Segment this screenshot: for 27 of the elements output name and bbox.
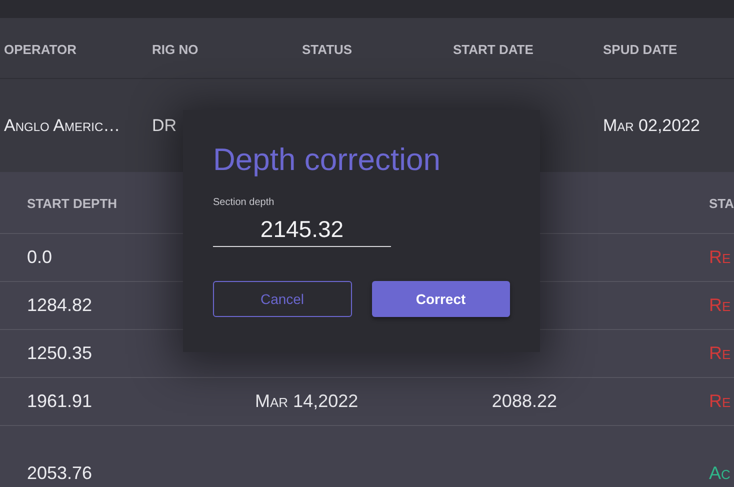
table-cell: 2088.22 (492, 391, 557, 411)
column-header: STA (709, 196, 734, 211)
column-header: STATUS (302, 42, 352, 56)
correct-button[interactable]: Correct (372, 281, 510, 317)
table-cell: 1961.91 (27, 391, 92, 411)
status-text: Ac (709, 463, 730, 483)
table-cell: DR (152, 116, 177, 134)
table-cell: Mar 02,2022 (603, 116, 700, 134)
status-text: Re (709, 247, 731, 267)
table-cell: 0.0 (27, 247, 52, 267)
field-label: Section depth (213, 197, 276, 208)
column-header: START DEPTH (27, 196, 118, 211)
column-header: SPUD DATE (603, 42, 678, 56)
dialog-title: Depth correction (213, 141, 442, 179)
status-text: Re (709, 295, 731, 315)
cancel-button[interactable]: Cancel (213, 281, 352, 317)
table-cell: Mar 14,2022 (255, 391, 358, 411)
depth-input-field[interactable]: 2145.32 (213, 214, 391, 247)
column-header: OPERATOR (4, 42, 76, 56)
table-cell: Anglo Americ… (4, 116, 120, 134)
column-header: START DATE (453, 42, 534, 56)
status-text: Re (709, 391, 731, 411)
table-cell: 1284.82 (27, 295, 92, 315)
table-cell: 2053.76 (27, 463, 92, 483)
column-header: RIG NO (152, 42, 198, 56)
status-text: Re (709, 343, 731, 363)
table-cell: 1250.35 (27, 343, 92, 363)
